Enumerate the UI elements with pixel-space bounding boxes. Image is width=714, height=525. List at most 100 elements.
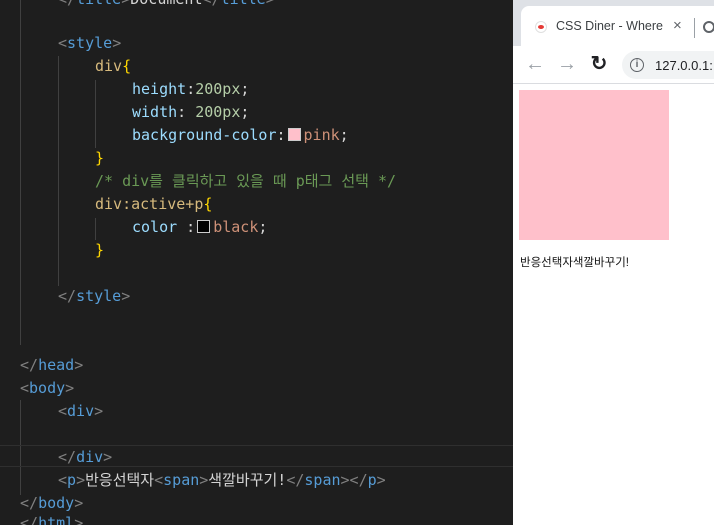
punct: </ (20, 494, 39, 512)
tab-strip: CSS Diner - Where × (513, 0, 714, 46)
code-line: } (95, 147, 104, 170)
punct: > (74, 356, 84, 374)
punct: : (276, 126, 286, 144)
punct: ; (258, 218, 268, 236)
tag-name: div (76, 448, 104, 466)
pink-div[interactable] (519, 90, 669, 240)
code-line: width: 200px; (132, 101, 249, 124)
brace: } (95, 241, 105, 259)
punct: < (58, 471, 68, 489)
punct: < (58, 402, 68, 420)
forward-button[interactable]: → (555, 52, 579, 76)
css-number: 200px (195, 80, 241, 98)
favicon-icon (535, 21, 547, 33)
css-comment: /* div를 클릭하고 있을 때 p태그 선택 */ (95, 172, 397, 190)
indent-guide (20, 0, 21, 345)
brace: { (203, 195, 213, 213)
tag-name: html (38, 514, 75, 525)
code-line: height:200px; (132, 78, 249, 101)
css-property: color (132, 218, 178, 236)
punct: </ (58, 287, 77, 305)
punct: > (94, 402, 104, 420)
punct: > (74, 494, 84, 512)
code-line: <body> (20, 377, 74, 400)
url-text: 127.0.0.1: (655, 58, 713, 73)
punct: > (121, 0, 130, 8)
punct: </ (20, 514, 39, 525)
css-value: black (213, 218, 259, 236)
css-selector: div:active+p (95, 195, 204, 213)
code-editor[interactable]: </title>Document</title> <style> div{ he… (0, 0, 513, 525)
punct: > (76, 471, 86, 489)
browser-tab[interactable]: CSS Diner - Where × (521, 6, 714, 46)
punct: : (177, 218, 196, 236)
css-property: height (132, 80, 187, 98)
punct: > (199, 471, 209, 489)
tag-name: body (29, 379, 66, 397)
reload-button[interactable]: ↻ (587, 52, 611, 76)
color-swatch[interactable] (287, 128, 301, 141)
tab-separator (694, 18, 695, 38)
page-viewport: 반응선택자색깔바꾸기! (513, 84, 714, 525)
tag-name: span (163, 471, 200, 489)
text: Document (130, 0, 202, 8)
code-line: </style> (58, 285, 130, 308)
tag-name: p (367, 471, 377, 489)
punct: : (177, 103, 196, 121)
tag-name: style (67, 34, 113, 52)
code-line: } (95, 239, 104, 262)
code-line: <p>반응선택자<span>색깔바꾸기!</span></p> (58, 469, 386, 492)
tag-name: span (304, 471, 341, 489)
indent-guide (95, 218, 96, 240)
punct: ; (339, 126, 349, 144)
punct: </ (286, 471, 305, 489)
info-icon[interactable]: i (630, 58, 644, 72)
tag-name: style (76, 287, 122, 305)
punct: > (74, 514, 84, 525)
brace: { (122, 57, 132, 75)
code-line: /* div를 클릭하고 있을 때 p태그 선택 */ (95, 170, 396, 193)
indent-guide (58, 56, 59, 286)
color-swatch[interactable] (197, 220, 211, 233)
page-paragraph: 반응선택자색깔바꾸기! (520, 257, 629, 269)
punct: > (266, 0, 275, 8)
brace: } (95, 149, 105, 167)
tab-title: CSS Diner - Where (556, 19, 663, 33)
tag-name: title (221, 0, 266, 8)
punct: </ (349, 471, 368, 489)
punct: < (20, 379, 30, 397)
code-line: background-color: pink; (132, 124, 349, 147)
css-selector: div (95, 57, 123, 75)
back-button[interactable]: ← (523, 52, 547, 76)
punct: > (112, 34, 122, 52)
code-line: </title>Document</title> (58, 0, 275, 11)
code-line: <div> (58, 400, 103, 423)
text: 색깔바꾸기! (208, 471, 287, 489)
punct: > (376, 471, 386, 489)
punct: </ (58, 448, 77, 466)
punct: </ (20, 356, 39, 374)
css-property: width (132, 103, 178, 121)
globe-icon[interactable] (703, 21, 714, 33)
css-number: 200px (195, 103, 241, 121)
code-line: <style> (58, 32, 121, 55)
css-value: pink (303, 126, 340, 144)
css-property: background-color (132, 126, 277, 144)
punct: : (186, 80, 196, 98)
punct: < (154, 471, 164, 489)
tag-name: div (67, 402, 95, 420)
punct: > (103, 448, 113, 466)
code-line: div{ (95, 55, 131, 78)
code-line: </head> (20, 354, 83, 377)
code-line: div:active+p{ (95, 193, 212, 216)
close-icon[interactable]: × (673, 17, 682, 35)
browser-window: CSS Diner - Where × ← → ↻ i 127.0.0.1: 반… (513, 0, 714, 525)
punct: </ (58, 0, 76, 8)
punct: > (340, 471, 350, 489)
punct: > (65, 379, 75, 397)
punct: ; (240, 80, 250, 98)
code-line: </div> (58, 446, 112, 469)
text: 반응선택자 (85, 471, 155, 489)
address-bar[interactable]: i 127.0.0.1: (622, 51, 714, 79)
tag-name: body (38, 494, 75, 512)
